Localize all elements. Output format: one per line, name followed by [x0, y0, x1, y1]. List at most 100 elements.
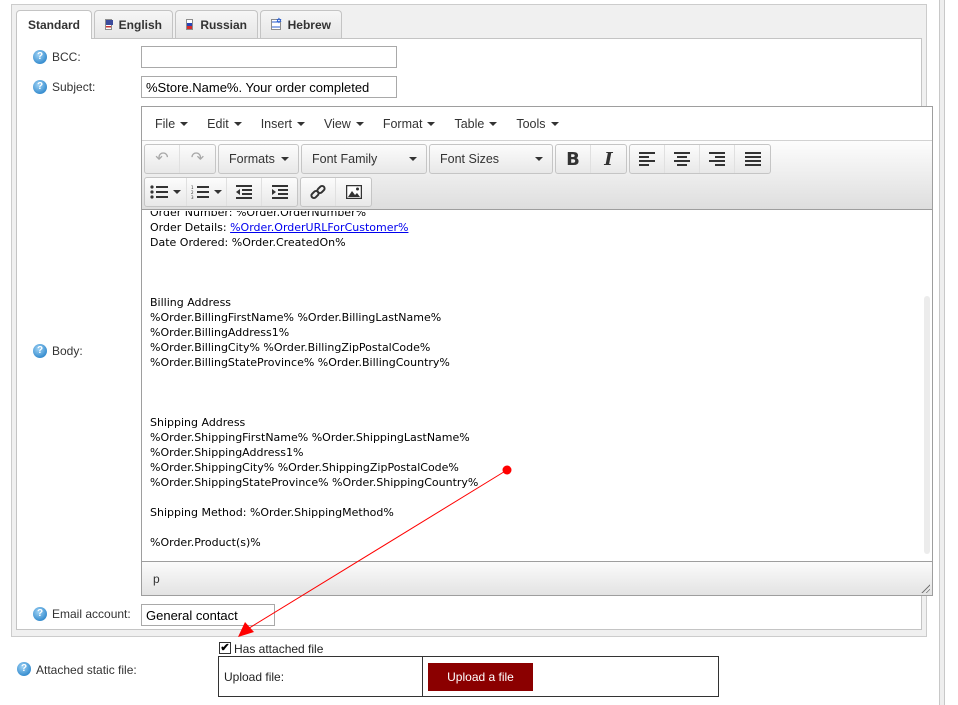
content-line: Billing Address [150, 296, 232, 309]
content-line: Shipping Method: %Order.ShippingMethod% [150, 506, 394, 519]
content-line: %Order.ShippingStateProvince% %Order.Shi… [150, 476, 479, 489]
content-line: %Order.BillingFirstName% %Order.BillingL… [150, 311, 442, 324]
tab-strip: Standard English Russian Hebrew [16, 10, 344, 39]
italic-icon: I [604, 148, 613, 170]
help-icon[interactable]: ? [33, 80, 47, 94]
tab-russian[interactable]: Russian [175, 10, 258, 38]
editor-content-area[interactable]: Order Number: %Order.OrderNumber% Order D… [142, 211, 932, 562]
numbered-list-icon: 123 [191, 185, 209, 199]
undo-button[interactable]: ↶ [145, 145, 180, 173]
content-line: %Order.BillingAddress1% [150, 326, 290, 339]
caret-down-icon [427, 121, 436, 126]
align-group [629, 144, 771, 174]
indent-icon [271, 185, 288, 199]
order-url-link[interactable]: %Order.OrderURLForCustomer% [230, 221, 408, 234]
toolbar-row-1: ↶ ↷ Formats Font Family Font Sizes B I [144, 144, 773, 174]
upload-file-button[interactable]: Upload a file [428, 663, 533, 691]
caret-down-icon [296, 121, 305, 126]
content-line: Date Ordered: %Order.CreatedOn% [150, 236, 346, 249]
subject-input[interactable] [141, 76, 397, 98]
formats-dropdown[interactable]: Formats [219, 145, 298, 173]
has-attached-file-label[interactable]: Has attached file [234, 642, 323, 656]
page-scrollbar[interactable] [939, 0, 945, 705]
content-text: Order Details: [150, 221, 231, 234]
caret-down-icon [281, 157, 289, 161]
bcc-label: BCC: [52, 50, 81, 64]
bcc-input[interactable] [141, 46, 397, 68]
style-group: B I [555, 144, 627, 174]
menu-table[interactable]: Table [446, 117, 505, 131]
caret-down-icon [173, 190, 181, 194]
menu-edit[interactable]: Edit [199, 117, 250, 131]
align-right-icon [709, 152, 725, 166]
bullet-list-button[interactable] [145, 178, 187, 206]
help-icon[interactable]: ? [33, 607, 47, 621]
align-center-icon [674, 152, 690, 166]
font-family-label: Font Family [312, 152, 378, 166]
rich-text-editor: File Edit Insert View Format Table Tools… [141, 106, 933, 596]
menu-label: Insert [260, 116, 292, 131]
resize-handle-icon[interactable] [920, 583, 930, 593]
tab-label: Russian [200, 17, 247, 32]
tab-standard[interactable]: Standard [16, 10, 92, 39]
align-right-button[interactable] [700, 145, 735, 173]
content-line: Order Number: %Order.OrderNumber% [150, 211, 367, 219]
email-account-select[interactable] [141, 604, 275, 626]
italic-button[interactable]: I [591, 145, 626, 173]
image-icon [345, 185, 362, 199]
caret-down-icon [355, 121, 364, 126]
indent-button[interactable] [262, 178, 297, 206]
upload-table: Upload file: Upload a file [218, 656, 719, 697]
content-line: %Order.BillingStateProvince% %Order.Bill… [150, 356, 450, 369]
il-flag-icon [271, 17, 281, 30]
list-group: 123 [144, 177, 298, 207]
menu-view[interactable]: View [316, 117, 372, 131]
menu-tools[interactable]: Tools [508, 117, 566, 131]
tab-english[interactable]: English [94, 10, 173, 38]
editor-toolbar: ↶ ↷ Formats Font Family Font Sizes B I 1… [142, 141, 932, 210]
upload-file-label: Upload file: [219, 657, 423, 696]
ru-flag-icon [186, 19, 194, 30]
font-sizes-group: Font Sizes [429, 144, 553, 174]
link-icon [310, 184, 326, 200]
outdent-button[interactable] [227, 178, 262, 206]
help-icon[interactable]: ? [17, 662, 31, 676]
editor-scrollbar[interactable] [924, 296, 930, 554]
tab-hebrew[interactable]: Hebrew [260, 10, 342, 38]
menu-file[interactable]: File [147, 117, 196, 131]
bullet-list-icon [150, 185, 168, 199]
align-left-icon [639, 152, 655, 166]
menu-format[interactable]: Format [375, 117, 444, 131]
numbered-list-button[interactable]: 123 [187, 178, 227, 206]
content-line: %Order.BillingCity% %Order.BillingZipPos… [150, 341, 431, 354]
align-center-button[interactable] [665, 145, 700, 173]
menu-label: Tools [516, 116, 546, 131]
align-left-button[interactable] [630, 145, 665, 173]
caret-down-icon [409, 157, 417, 161]
bold-button[interactable]: B [556, 145, 591, 173]
menu-insert[interactable]: Insert [253, 117, 313, 131]
content-line: %Order.ShippingFirstName% %Order.Shippin… [150, 431, 470, 444]
font-family-dropdown[interactable]: Font Family [302, 145, 426, 173]
tab-label: Hebrew [287, 17, 331, 32]
body-label: Body: [52, 344, 83, 358]
menu-label: Format [382, 116, 423, 131]
subject-label: Subject: [52, 80, 96, 94]
insert-image-button[interactable] [336, 178, 371, 206]
redo-button[interactable]: ↷ [180, 145, 215, 173]
outdent-icon [236, 185, 252, 199]
help-icon[interactable]: ? [33, 344, 47, 358]
help-icon[interactable]: ? [33, 50, 47, 64]
has-attached-file-checkbox[interactable]: ✔ [219, 642, 231, 654]
content-line: Order Details: %Order.OrderURLForCustome… [150, 220, 478, 235]
align-justify-button[interactable] [735, 145, 770, 173]
toolbar-row-2: 123 [144, 177, 374, 207]
content-line: Shipping Address [150, 416, 246, 429]
menu-label: Edit [207, 116, 229, 131]
insert-link-button[interactable] [301, 178, 336, 206]
font-sizes-dropdown[interactable]: Font Sizes [430, 145, 552, 173]
caret-down-icon [550, 121, 559, 126]
element-path[interactable]: p [153, 572, 160, 586]
editor-content[interactable]: Order Number: %Order.OrderNumber% Order D… [150, 211, 478, 550]
attached-file-label: Attached static file: [36, 663, 137, 677]
